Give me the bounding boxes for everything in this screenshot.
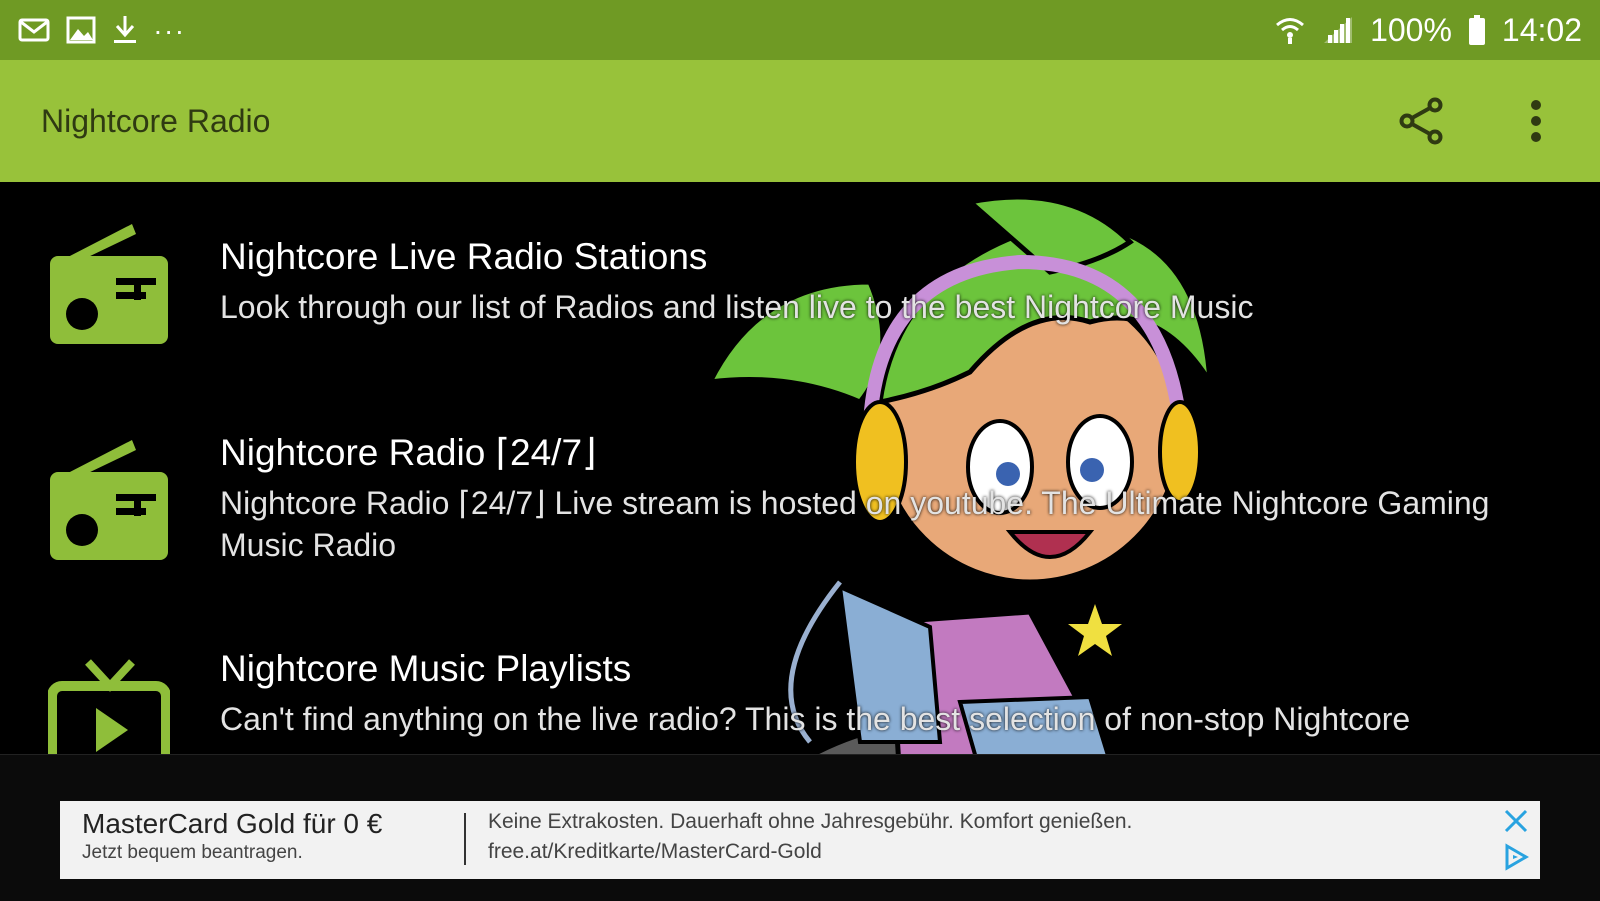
- item-description: Look through our list of Radios and list…: [220, 289, 1254, 325]
- more-options-button[interactable]: [1508, 93, 1564, 149]
- wifi-icon: [1276, 18, 1305, 44]
- radio-icon: [50, 224, 168, 344]
- item-description: Nightcore Radio ⌈24/7⌋ Live stream is ho…: [220, 485, 1490, 563]
- ad-body: Keine Extrakosten. Dauerhaft ohne Jahres…: [488, 810, 1133, 833]
- battery-percent: 100%: [1370, 11, 1452, 48]
- app-title: Nightcore Radio: [41, 102, 271, 139]
- list-item-music-playlists[interactable]: Nightcore Music Playlists Can't find any…: [0, 648, 1600, 754]
- battery-icon: [1468, 15, 1485, 45]
- close-icon[interactable]: [1502, 807, 1530, 835]
- image-icon: [66, 16, 96, 44]
- bottom-ad-area: MasterCard Gold für 0 € Jetzt bequem bea…: [0, 754, 1600, 901]
- ad-choices-icon[interactable]: [1502, 843, 1530, 871]
- status-left: ...: [18, 9, 186, 46]
- signal-icon: [1324, 17, 1353, 43]
- share-button[interactable]: [1394, 93, 1450, 149]
- ad-subline: Jetzt bequem beantragen.: [82, 842, 303, 863]
- item-title: Nightcore Music Playlists: [220, 648, 632, 689]
- status-bar: ... 100% 14:02: [0, 0, 1600, 60]
- radio-icon: [50, 440, 168, 560]
- app-bar-actions: [1394, 60, 1564, 182]
- item-description: Can't find anything on the live radio? T…: [220, 701, 1411, 737]
- download-icon: [114, 16, 136, 43]
- more-vert-icon: [1531, 100, 1541, 142]
- item-title: Nightcore Live Radio Stations: [220, 236, 708, 277]
- app-bar: Nightcore Radio: [0, 60, 1600, 182]
- list-item-radio-24-7[interactable]: Nightcore Radio ⌈24/7⌋ Nightcore Radio ⌈…: [0, 432, 1600, 638]
- tv-icon: [48, 659, 170, 754]
- ad-banner[interactable]: MasterCard Gold für 0 € Jetzt bequem bea…: [60, 801, 1540, 879]
- ad-divider: [464, 813, 466, 865]
- status-overflow-indicator: ...: [154, 9, 187, 40]
- item-title: Nightcore Radio ⌈24/7⌋: [220, 432, 597, 473]
- clock: 14:02: [1501, 11, 1582, 48]
- ad-url[interactable]: free.at/Kreditkarte/MasterCard-Gold: [488, 837, 1132, 867]
- status-right: 100% 14:02: [1274, 12, 1582, 49]
- ad-left: MasterCard Gold für 0 € Jetzt bequem bea…: [82, 807, 382, 865]
- share-icon: [1399, 97, 1443, 145]
- ad-headline: MasterCard Gold für 0 €: [82, 808, 383, 839]
- main-list: Nightcore Live Radio Stations Look throu…: [0, 182, 1600, 754]
- ad-right: Keine Extrakosten. Dauerhaft ohne Jahres…: [488, 807, 1132, 867]
- mail-icon: [18, 18, 50, 42]
- list-item-live-radio-stations[interactable]: Nightcore Live Radio Stations Look throu…: [0, 222, 1600, 422]
